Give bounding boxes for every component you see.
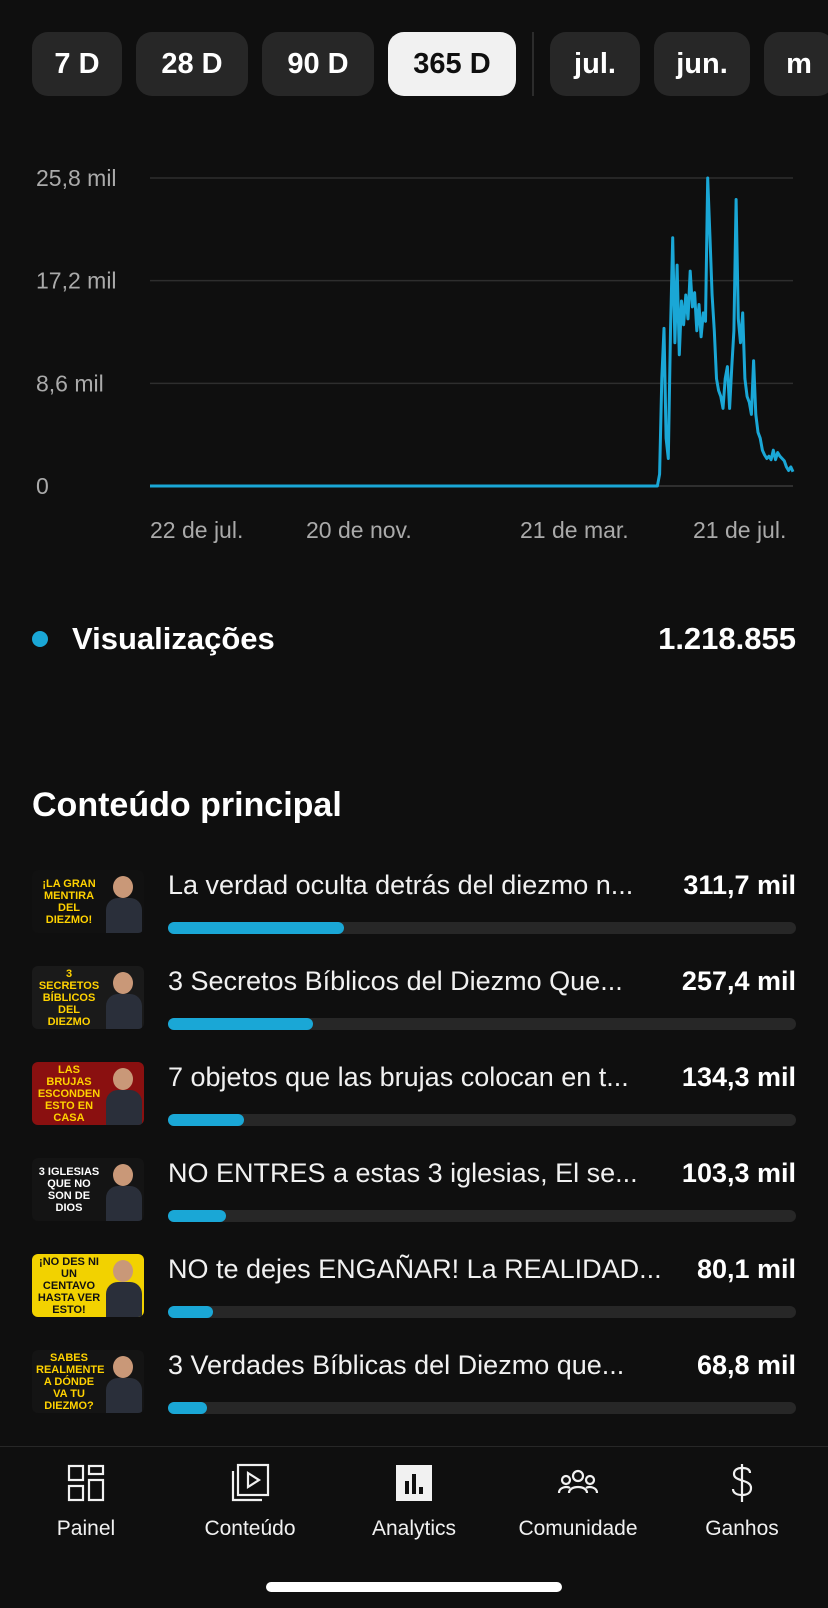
- top-content-row[interactable]: Sabes realmente a dónde va tu diezmo? 3 V…: [32, 1348, 796, 1444]
- thumbnail-caption: ¡La gran mentira del diezmo!: [42, 877, 96, 926]
- views-bar-fill: [168, 922, 344, 934]
- video-title: NO te dejes ENGAÑAR! La REALIDAD...: [168, 1254, 662, 1284]
- views-bar-fill: [168, 1210, 226, 1222]
- views-bar-fill: [168, 1402, 207, 1414]
- nav-label-comunidade: Comunidade: [518, 1517, 638, 1540]
- period-chip-90d[interactable]: 90 D: [262, 32, 374, 96]
- thumbnail-person: [102, 1254, 144, 1317]
- community-icon: [557, 1469, 599, 1494]
- video-title: 3 Verdades Bíblicas del Diezmo que...: [168, 1350, 625, 1380]
- views-total: 1.218.855: [658, 621, 796, 656]
- thumbnail-person: [102, 966, 144, 1029]
- thumbnail-person: [102, 1062, 144, 1125]
- video-thumbnail[interactable]: ¡La gran mentira del diezmo!: [32, 870, 144, 933]
- views-series-line: [150, 176, 795, 488]
- thumbnail-caption: 3 iglesias que no son de Dios: [38, 1165, 100, 1214]
- views-bar-track: [168, 1114, 796, 1126]
- top-content-title: Conteúdo principal: [32, 786, 342, 824]
- nav-label-ganhos: Ganhos: [705, 1517, 779, 1540]
- top-content-row[interactable]: Las brujas esconden esto en casa 7 objeto…: [32, 1060, 796, 1156]
- views-bar-fill: [168, 1306, 213, 1318]
- video-thumbnail[interactable]: ¡No des ni un centavo hasta ver esto!: [32, 1254, 144, 1317]
- y-tick-label: 17,2 mil: [36, 268, 117, 294]
- video-title: 3 Secretos Bíblicos del Diezmo Que...: [168, 966, 623, 996]
- legend-dot: [32, 631, 48, 647]
- period-chip-365d[interactable]: 365 D: [388, 32, 516, 96]
- period-chip-7d[interactable]: 7 D: [32, 32, 122, 96]
- top-content-list: ¡La gran mentira del diezmo! La verdad oc…: [32, 868, 796, 1444]
- x-tick-label: 21 de jul.: [693, 517, 786, 543]
- dashboard-icon: [67, 1464, 105, 1502]
- y-tick-label: 25,8 mil: [36, 165, 117, 191]
- chip-divider: [532, 32, 534, 96]
- period-chip-28d[interactable]: 28 D: [136, 32, 248, 96]
- top-content-row[interactable]: ¡No des ni un centavo hasta ver esto! NO …: [32, 1252, 796, 1348]
- views-bar-fill: [168, 1018, 313, 1030]
- y-tick-label: 0: [36, 473, 49, 499]
- views-bar-track: [168, 922, 796, 934]
- analytics-icon: [396, 1465, 432, 1501]
- video-title: NO ENTRES a estas 3 iglesias, El se...: [168, 1158, 638, 1188]
- video-views: 68,8 mil: [696, 1350, 796, 1380]
- x-tick-label: 21 de mar.: [520, 517, 629, 543]
- video-title: 7 objetos que las brujas colocan en t...: [168, 1062, 629, 1092]
- chart-y-axis: 25,8 mil 17,2 mil 8,6 mil 0: [36, 165, 117, 499]
- period-chip-jun[interactable]: jun.: [654, 32, 750, 96]
- video-thumbnail[interactable]: Las brujas esconden esto en casa: [32, 1062, 144, 1125]
- video-thumbnail[interactable]: 3 secretos bíblicos del diezmo: [32, 966, 144, 1029]
- nav-label-analytics: Analytics: [371, 1517, 457, 1540]
- home-indicator: [266, 1582, 562, 1592]
- chart-legend: Visualizações 1.218.855: [32, 616, 796, 662]
- legend-label: Visualizações: [72, 621, 275, 656]
- views-bar-fill: [168, 1114, 244, 1126]
- video-views: 134,3 mil: [681, 1062, 796, 1092]
- views-bar-track: [168, 1306, 796, 1318]
- content-play-icon: [231, 1463, 270, 1502]
- x-tick-label: 22 de jul.: [150, 517, 243, 543]
- period-chip-jul[interactable]: jul.: [550, 32, 640, 96]
- video-views: 80,1 mil: [696, 1254, 796, 1284]
- views-bar-track: [168, 1210, 796, 1222]
- nav-label-painel: Painel: [56, 1517, 116, 1540]
- nav-item-painel[interactable]: Painel: [4, 1461, 168, 1557]
- thumbnail-caption: Las brujas esconden esto en casa: [37, 1063, 101, 1124]
- nav-item-conteudo[interactable]: Conteúdo: [168, 1461, 332, 1557]
- thumbnail-person: [102, 870, 144, 933]
- thumbnail-person: [102, 1158, 144, 1221]
- views-bar-track: [168, 1402, 796, 1414]
- period-selector: 7 D 28 D 90 D 365 D jul. jun. m: [32, 32, 828, 96]
- y-tick-label: 8,6 mil: [36, 370, 104, 396]
- thumbnail-person: [102, 1350, 144, 1413]
- video-thumbnail[interactable]: 3 iglesias que no son de Dios: [32, 1158, 144, 1221]
- x-tick-label: 20 de nov.: [306, 517, 412, 543]
- views-bar-track: [168, 1018, 796, 1030]
- thumbnail-caption: ¡No des ni un centavo hasta ver esto!: [37, 1255, 101, 1316]
- nav-label-conteudo: Conteúdo: [204, 1517, 296, 1540]
- top-content-row[interactable]: ¡La gran mentira del diezmo! La verdad oc…: [32, 868, 796, 964]
- nav-item-comunidade[interactable]: Comunidade: [496, 1461, 660, 1557]
- video-views: 103,3 mil: [681, 1158, 796, 1188]
- top-content-row[interactable]: 3 iglesias que no son de Dios NO ENTRES a…: [32, 1156, 796, 1252]
- video-views: 311,7 mil: [683, 870, 796, 900]
- period-chip-partial[interactable]: m: [764, 32, 828, 96]
- thumbnail-caption: Sabes realmente a dónde va tu diezmo?: [36, 1351, 105, 1412]
- nav-item-analytics[interactable]: Analytics: [332, 1461, 496, 1557]
- top-content-row[interactable]: 3 secretos bíblicos del diezmo 3 Secretos…: [32, 964, 796, 1060]
- video-thumbnail[interactable]: Sabes realmente a dónde va tu diezmo?: [32, 1350, 144, 1413]
- video-views: 257,4 mil: [681, 966, 796, 996]
- chart-x-axis: 22 de jul. 20 de nov. 21 de mar. 21 de jul.: [150, 517, 786, 543]
- nav-item-ganhos[interactable]: Ganhos: [660, 1461, 824, 1557]
- views-line-chart: 25,8 mil 17,2 mil 8,6 mil 0 22 de jul. 20 de…: [36, 165, 795, 543]
- video-title: La verdad oculta detrás del diezmo n...: [168, 870, 634, 900]
- thumbnail-caption: 3 secretos bíblicos del diezmo: [38, 967, 100, 1028]
- dollar-icon: [731, 1464, 753, 1502]
